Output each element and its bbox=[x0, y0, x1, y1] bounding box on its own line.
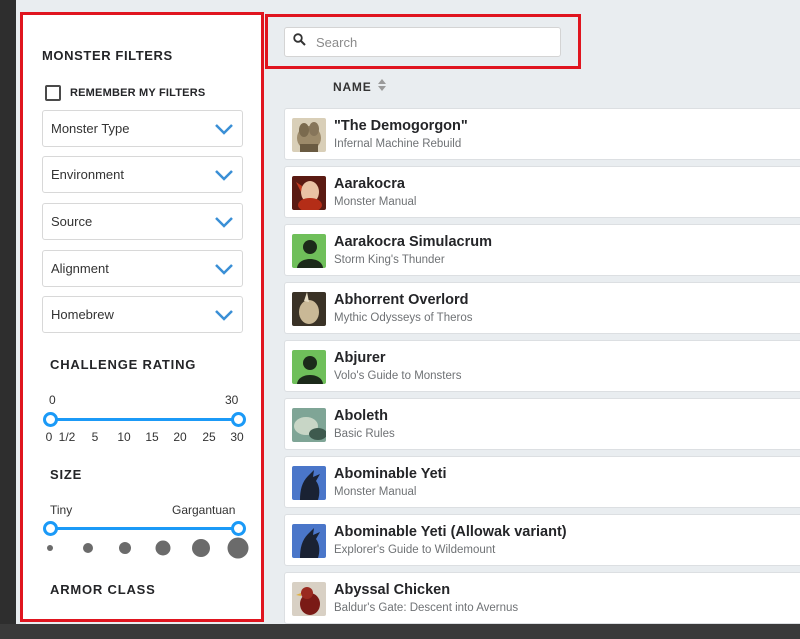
chevron-down-icon bbox=[214, 263, 234, 275]
cr-tick-label: 0 bbox=[45, 430, 53, 444]
monster-name: Abyssal Chicken bbox=[334, 582, 451, 598]
armor-class-title: ARMOR CLASS bbox=[50, 582, 156, 597]
demogorgon-avatar bbox=[292, 118, 326, 152]
cr-tick-label: 1/2 bbox=[58, 430, 76, 444]
monster-row[interactable]: Abyssal Chicken Baldur's Gate: Descent i… bbox=[284, 572, 800, 624]
name-column-label: NAME bbox=[333, 80, 372, 94]
alignment-dropdown[interactable]: Alignment bbox=[42, 250, 243, 287]
monster-source: Monster Manual bbox=[334, 486, 417, 498]
monster-source: Basic Rules bbox=[334, 428, 395, 440]
monster-source: Storm King's Thunder bbox=[334, 254, 445, 266]
size-min-value: Tiny bbox=[50, 503, 73, 517]
sort-icon bbox=[377, 78, 386, 96]
bottom-shadow bbox=[0, 624, 800, 639]
cr-slider-track[interactable] bbox=[49, 418, 239, 421]
monster-row[interactable]: Abjurer Volo's Guide to Monsters bbox=[284, 340, 800, 392]
name-column-header[interactable]: NAME bbox=[333, 78, 386, 96]
remember-filters-toggle[interactable]: REMEMBER MY FILTERS bbox=[45, 85, 205, 101]
cr-tick-label: 30 bbox=[230, 430, 244, 444]
monster-name: Aarakocra Simulacrum bbox=[334, 234, 492, 250]
challenge-rating-title: CHALLENGE RATING bbox=[50, 357, 197, 372]
monster-type-dropdown[interactable]: Monster Type bbox=[42, 110, 243, 147]
monster-filters-panel: MONSTER FILTERS REMEMBER MY FILTERS Mons… bbox=[20, 12, 264, 622]
monster-row[interactable]: Abhorrent Overlord Mythic Odysseys of Th… bbox=[284, 282, 800, 334]
monster-row[interactable]: Abominable Yeti (Allowak variant) Explor… bbox=[284, 514, 800, 566]
monster-name: Abominable Yeti (Allowak variant) bbox=[334, 524, 567, 540]
cr-tick-label: 5 bbox=[91, 430, 99, 444]
monster-name: Abhorrent Overlord bbox=[334, 292, 469, 308]
monster-row[interactable]: "The Demogorgon" Infernal Machine Rebuil… bbox=[284, 108, 800, 160]
filters-title: MONSTER FILTERS bbox=[42, 48, 173, 63]
dropdown-label: Monster Type bbox=[51, 121, 130, 136]
size-gargantuan-icon bbox=[227, 537, 249, 559]
homebrew-dropdown[interactable]: Homebrew bbox=[42, 296, 243, 333]
chevron-down-icon bbox=[214, 309, 234, 321]
environment-dropdown[interactable]: Environment bbox=[42, 156, 243, 193]
monster-source: Baldur's Gate: Descent into Avernus bbox=[334, 602, 519, 614]
dropdown-label: Environment bbox=[51, 167, 124, 182]
monster-source: Explorer's Guide to Wildemount bbox=[334, 544, 496, 556]
left-shadow bbox=[0, 0, 16, 639]
dropdown-label: Source bbox=[51, 214, 93, 229]
monster-source: Volo's Guide to Monsters bbox=[334, 370, 462, 382]
aboleth-avatar bbox=[292, 408, 326, 442]
monster-silhouette-icon bbox=[292, 466, 326, 500]
cr-tick-label: 25 bbox=[202, 430, 216, 444]
monster-silhouette-icon bbox=[292, 524, 326, 558]
monster-row[interactable]: Aarakocra Simulacrum Storm King's Thunde… bbox=[284, 224, 800, 276]
monster-name: Aboleth bbox=[334, 408, 388, 424]
chicken-avatar bbox=[292, 582, 326, 616]
monster-name: Abominable Yeti bbox=[334, 466, 447, 482]
monster-row[interactable]: Aarakocra Monster Manual bbox=[284, 166, 800, 218]
search-input[interactable] bbox=[314, 33, 538, 51]
size-large-icon bbox=[155, 540, 171, 556]
monster-name: Abjurer bbox=[334, 350, 386, 366]
size-medium-icon bbox=[119, 542, 131, 554]
cr-tick-label: 20 bbox=[173, 430, 187, 444]
humanoid-silhouette-icon bbox=[292, 234, 326, 268]
cr-max-handle[interactable] bbox=[231, 412, 246, 427]
search-box[interactable] bbox=[284, 27, 561, 57]
size-max-handle[interactable] bbox=[231, 521, 246, 536]
chevron-down-icon bbox=[214, 216, 234, 228]
overlord-avatar bbox=[292, 292, 326, 326]
chevron-down-icon bbox=[214, 169, 234, 181]
dropdown-label: Alignment bbox=[51, 261, 109, 276]
humanoid-silhouette-icon bbox=[292, 350, 326, 384]
cr-tick-label: 10 bbox=[117, 430, 131, 444]
monster-row[interactable]: Aboleth Basic Rules bbox=[284, 398, 800, 450]
size-tiny-icon bbox=[47, 545, 53, 551]
size-min-handle[interactable] bbox=[43, 521, 58, 536]
monster-row[interactable]: Abominable Yeti Monster Manual bbox=[284, 456, 800, 508]
dropdown-label: Homebrew bbox=[51, 307, 114, 322]
size-slider-track[interactable] bbox=[49, 527, 239, 530]
size-title: SIZE bbox=[50, 467, 83, 482]
cr-min-handle[interactable] bbox=[43, 412, 58, 427]
cr-max-value: 30 bbox=[225, 393, 239, 407]
monster-name: "The Demogorgon" bbox=[334, 118, 468, 134]
source-dropdown[interactable]: Source bbox=[42, 203, 243, 240]
size-huge-icon bbox=[192, 539, 210, 557]
aarakocra-avatar bbox=[292, 176, 326, 210]
remember-filters-label: REMEMBER MY FILTERS bbox=[70, 87, 206, 99]
size-small-icon bbox=[83, 543, 93, 553]
monster-source: Mythic Odysseys of Theros bbox=[334, 312, 473, 324]
monster-source: Monster Manual bbox=[334, 196, 417, 208]
search-icon bbox=[293, 33, 306, 51]
size-max-value: Gargantuan bbox=[172, 503, 236, 517]
cr-tick-label: 15 bbox=[145, 430, 159, 444]
remember-filters-checkbox[interactable] bbox=[45, 85, 61, 101]
monster-source: Infernal Machine Rebuild bbox=[334, 138, 462, 150]
cr-min-value: 0 bbox=[49, 393, 56, 407]
chevron-down-icon bbox=[214, 123, 234, 135]
monster-name: Aarakocra bbox=[334, 176, 405, 192]
